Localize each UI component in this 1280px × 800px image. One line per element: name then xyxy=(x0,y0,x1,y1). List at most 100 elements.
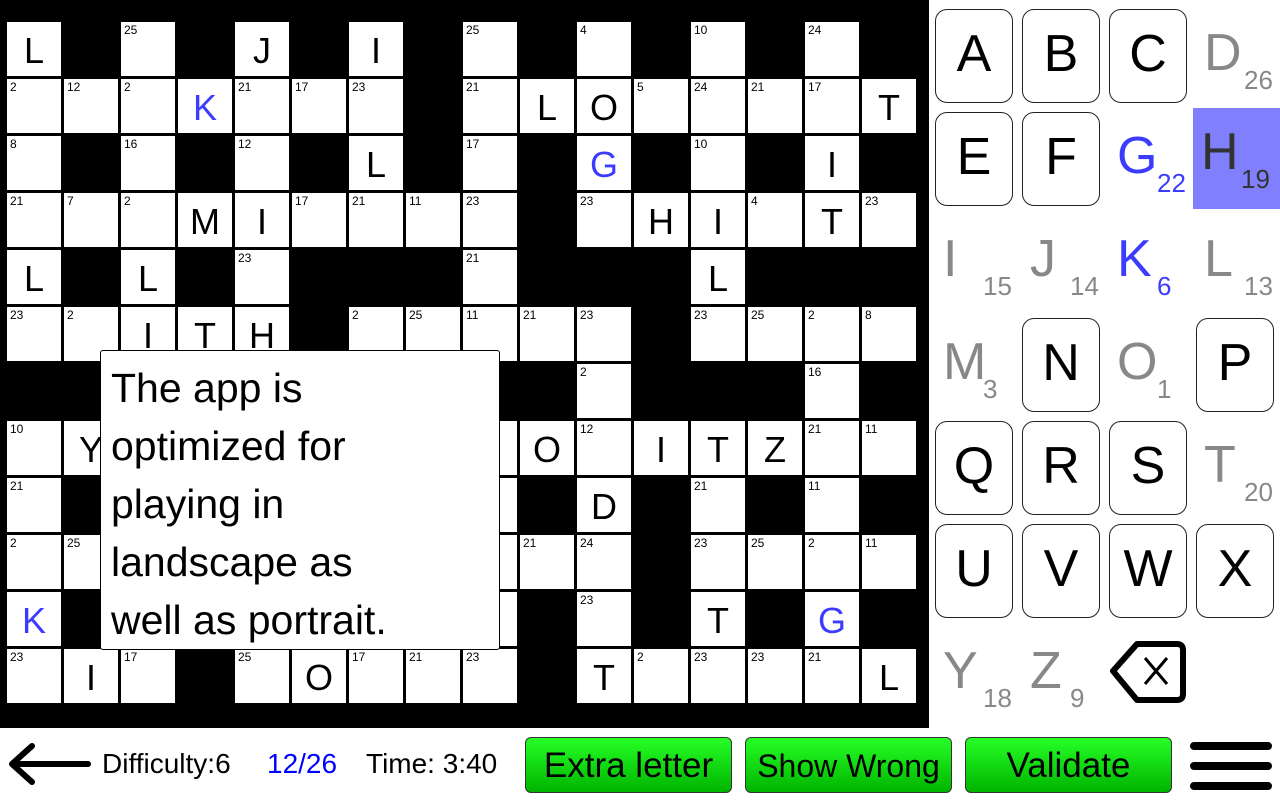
grid-cell[interactable]: 23 xyxy=(7,307,61,361)
grid-cell[interactable]: I xyxy=(64,649,118,703)
key-g[interactable]: G 22 xyxy=(1109,112,1187,206)
backspace-button[interactable] xyxy=(1109,638,1189,708)
grid-cell[interactable]: 17 xyxy=(121,649,175,703)
grid-cell[interactable]: 2 xyxy=(121,79,175,133)
grid-cell[interactable]: 12 xyxy=(64,79,118,133)
grid-cell[interactable]: 17 xyxy=(292,193,346,247)
key-r[interactable]: R xyxy=(1022,421,1100,515)
grid-cell[interactable]: I xyxy=(805,136,859,190)
grid-cell[interactable]: 12 xyxy=(235,136,289,190)
key-q[interactable]: Q xyxy=(935,421,1013,515)
grid-cell[interactable]: I xyxy=(349,22,403,76)
grid-cell[interactable]: 21 xyxy=(748,79,802,133)
grid-cell[interactable]: 23 xyxy=(349,79,403,133)
back-button[interactable] xyxy=(6,742,92,786)
grid-cell[interactable]: L xyxy=(7,22,61,76)
grid-cell[interactable]: 24 xyxy=(805,22,859,76)
grid-cell[interactable]: 21 xyxy=(520,535,574,589)
extra-letter-button[interactable]: Extra letter xyxy=(525,737,732,793)
grid-cell[interactable]: 11 xyxy=(406,193,460,247)
key-w[interactable]: W xyxy=(1109,524,1187,618)
key-h[interactable]: H 19 xyxy=(1193,108,1280,209)
key-n[interactable]: N xyxy=(1022,318,1100,412)
key-x[interactable]: X xyxy=(1196,524,1274,618)
grid-cell[interactable]: 11 xyxy=(862,535,916,589)
grid-cell[interactable]: 16 xyxy=(805,364,859,418)
grid-cell[interactable]: 10 xyxy=(7,421,61,475)
grid-cell[interactable]: T xyxy=(862,79,916,133)
grid-cell[interactable]: 4 xyxy=(748,193,802,247)
grid-cell[interactable]: 17 xyxy=(292,79,346,133)
key-d[interactable]: D 26 xyxy=(1196,9,1274,103)
grid-cell[interactable]: 24 xyxy=(691,79,745,133)
grid-cell[interactable]: 23 xyxy=(463,193,517,247)
grid-cell[interactable]: I xyxy=(235,193,289,247)
show-wrong-button[interactable]: Show Wrong xyxy=(745,737,952,793)
grid-cell[interactable]: 17 xyxy=(805,79,859,133)
grid-cell[interactable]: 2 xyxy=(121,193,175,247)
key-l[interactable]: L 13 xyxy=(1196,215,1274,309)
grid-cell[interactable]: 23 xyxy=(691,307,745,361)
grid-cell[interactable]: 2 xyxy=(805,307,859,361)
grid-cell[interactable]: 11 xyxy=(862,421,916,475)
grid-cell[interactable]: L xyxy=(520,79,574,133)
grid-cell[interactable]: T xyxy=(577,649,631,703)
key-t[interactable]: T 20 xyxy=(1196,421,1274,515)
grid-cell[interactable]: H xyxy=(634,193,688,247)
grid-cell[interactable]: T xyxy=(691,592,745,646)
key-v[interactable]: V xyxy=(1022,524,1100,618)
grid-cell[interactable]: L xyxy=(7,250,61,304)
grid-cell[interactable]: 17 xyxy=(349,649,403,703)
key-b[interactable]: B xyxy=(1022,9,1100,103)
grid-cell[interactable]: 2 xyxy=(7,79,61,133)
grid-cell[interactable]: 25 xyxy=(748,307,802,361)
key-f[interactable]: F xyxy=(1022,112,1100,206)
key-k[interactable]: K6 xyxy=(1109,215,1187,309)
grid-cell[interactable]: 10 xyxy=(691,22,745,76)
grid-cell[interactable]: 23 xyxy=(463,649,517,703)
grid-cell[interactable]: 2 xyxy=(577,364,631,418)
key-o[interactable]: O1 xyxy=(1109,318,1187,412)
grid-cell[interactable]: I xyxy=(691,193,745,247)
grid-cell[interactable]: M xyxy=(178,193,232,247)
grid-cell[interactable]: 23 xyxy=(748,649,802,703)
key-u[interactable]: U xyxy=(935,524,1013,618)
grid-cell[interactable]: 23 xyxy=(577,592,631,646)
grid-cell[interactable]: 25 xyxy=(748,535,802,589)
grid-cell[interactable]: T xyxy=(805,193,859,247)
grid-cell[interactable]: Z xyxy=(748,421,802,475)
key-p[interactable]: P xyxy=(1196,318,1274,412)
grid-cell[interactable]: 21 xyxy=(805,421,859,475)
grid-cell[interactable]: L xyxy=(691,250,745,304)
key-z[interactable]: Z9 xyxy=(1022,627,1100,721)
grid-cell[interactable]: 23 xyxy=(862,193,916,247)
grid-cell[interactable]: 23 xyxy=(7,649,61,703)
grid-cell[interactable]: 17 xyxy=(463,136,517,190)
grid-cell[interactable]: G xyxy=(805,592,859,646)
grid-cell[interactable]: 23 xyxy=(691,535,745,589)
grid-cell[interactable]: J xyxy=(235,22,289,76)
grid-cell[interactable]: K xyxy=(7,592,61,646)
grid-cell[interactable]: 2 xyxy=(7,535,61,589)
grid-cell[interactable]: 25 xyxy=(121,22,175,76)
key-e[interactable]: E xyxy=(935,112,1013,206)
menu-button[interactable] xyxy=(1188,738,1274,794)
grid-cell[interactable]: 23 xyxy=(691,649,745,703)
grid-cell[interactable]: 21 xyxy=(463,79,517,133)
grid-cell[interactable]: 23 xyxy=(577,307,631,361)
grid-cell[interactable]: 21 xyxy=(7,193,61,247)
grid-cell[interactable]: 21 xyxy=(7,478,61,532)
grid-cell[interactable]: L xyxy=(121,250,175,304)
grid-cell[interactable]: 4 xyxy=(577,22,631,76)
grid-cell[interactable]: 2 xyxy=(805,535,859,589)
validate-button[interactable]: Validate xyxy=(965,737,1172,793)
grid-cell[interactable]: K xyxy=(178,79,232,133)
grid-cell[interactable]: 11 xyxy=(805,478,859,532)
grid-cell[interactable]: L xyxy=(349,136,403,190)
grid-cell[interactable]: O xyxy=(292,649,346,703)
grid-cell[interactable]: T xyxy=(691,421,745,475)
grid-cell[interactable]: 5 xyxy=(634,79,688,133)
grid-cell[interactable]: O xyxy=(577,79,631,133)
grid-cell[interactable]: 21 xyxy=(463,250,517,304)
key-m[interactable]: M3 xyxy=(935,318,1013,412)
